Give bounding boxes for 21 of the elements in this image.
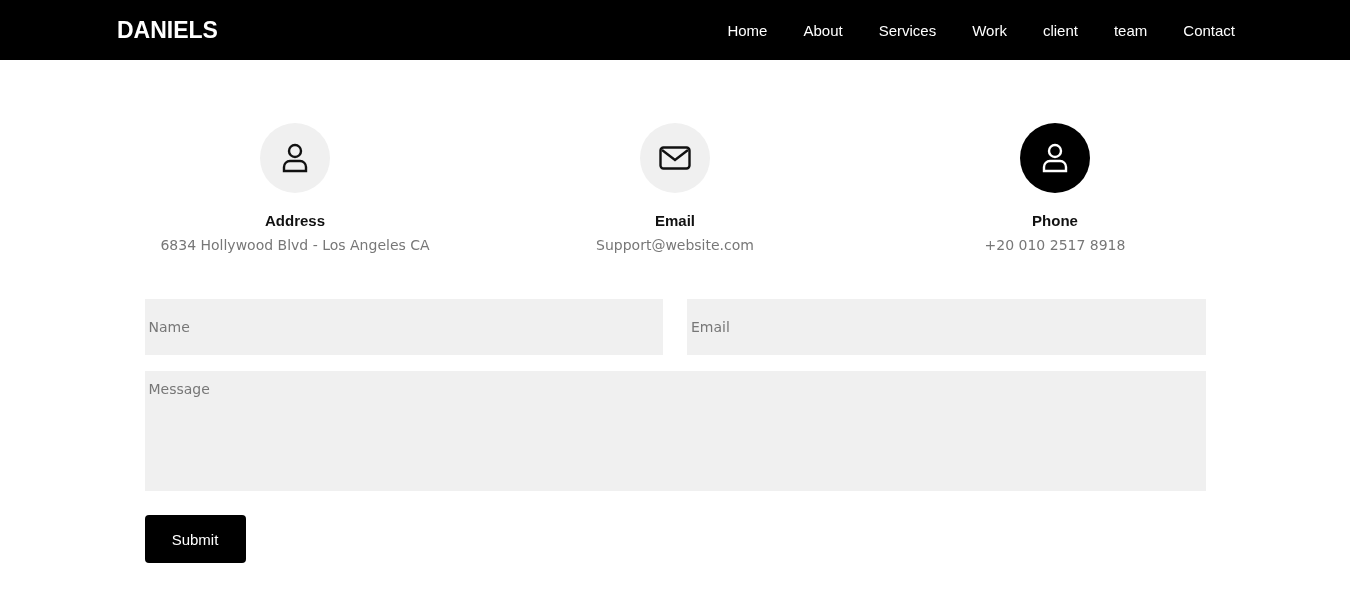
nav-link[interactable]: client bbox=[1024, 21, 1096, 39]
submit-button[interactable]: Submit bbox=[144, 515, 246, 563]
nav-link[interactable]: Contact bbox=[1165, 21, 1235, 39]
info-text: Support@website.com bbox=[596, 237, 754, 253]
nav-link[interactable]: Services bbox=[860, 21, 955, 39]
mail-icon bbox=[659, 146, 691, 170]
info-title: Phone bbox=[1032, 212, 1078, 229]
nav-link[interactable]: Home bbox=[709, 21, 786, 39]
logo[interactable]: DANIELS bbox=[117, 16, 218, 44]
nav-link[interactable]: Work bbox=[954, 21, 1025, 39]
name-field[interactable]: Name bbox=[144, 299, 663, 355]
nav-link[interactable]: team bbox=[1095, 21, 1166, 39]
info-text: 6834 Hollywood Blvd - Los Angeles CA bbox=[160, 237, 430, 253]
person-icon bbox=[1042, 143, 1068, 173]
person-icon bbox=[282, 143, 308, 173]
nav-link[interactable]: About bbox=[785, 21, 861, 39]
info-title: Email bbox=[655, 212, 695, 229]
info-title: Address bbox=[265, 212, 325, 229]
info-text: +20 010 2517 8918 bbox=[984, 237, 1126, 253]
email-field[interactable]: Email bbox=[687, 299, 1206, 355]
message-field[interactable]: Message bbox=[144, 371, 1206, 491]
